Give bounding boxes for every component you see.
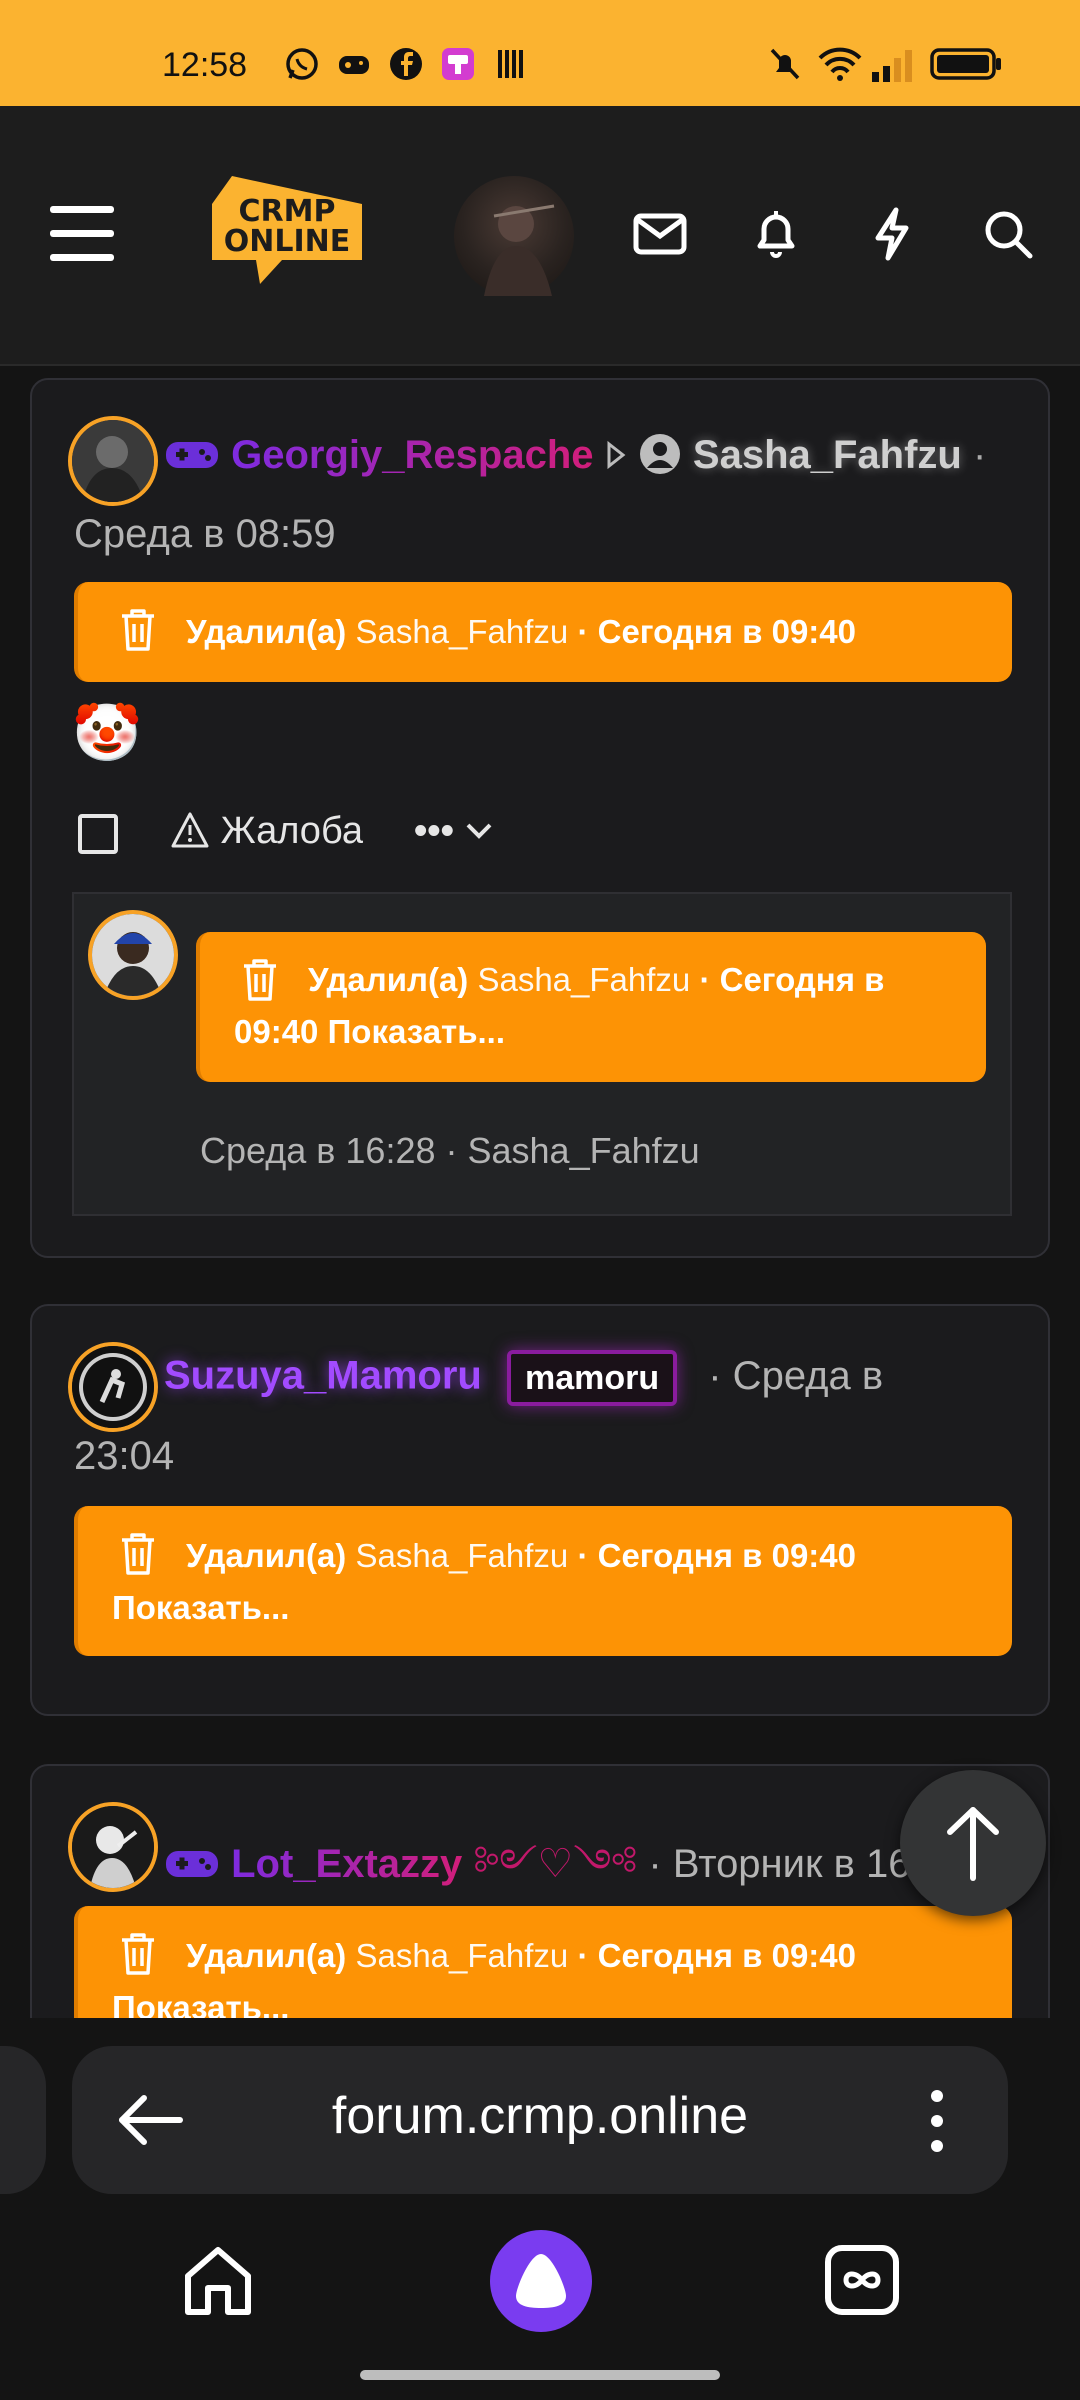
gamepad-icon bbox=[166, 442, 218, 468]
post-emoji: 🤡 bbox=[72, 701, 142, 766]
report-label: Жалоба bbox=[220, 810, 363, 852]
bell-icon[interactable] bbox=[748, 206, 804, 262]
post-author-avatar[interactable] bbox=[68, 1342, 158, 1432]
warning-icon bbox=[171, 812, 209, 848]
deleted-notice: Удалил(а) Sasha_Fahfzu · Сегодня в 09:40… bbox=[74, 1506, 1012, 1656]
arrow-up-icon bbox=[947, 1807, 999, 1881]
chevron-down-icon bbox=[467, 823, 492, 839]
post-author-name[interactable]: Suzuya_Mamoru bbox=[164, 1354, 482, 1398]
deleted-by-user[interactable]: Sasha_Fahfzu bbox=[355, 613, 568, 650]
deleted-by-user[interactable]: Sasha_Fahfzu bbox=[355, 1937, 568, 1974]
deleted-when: · Сегодня в 09:40 bbox=[577, 1937, 856, 1974]
deleted-notice: Удалил(а) Sasha_Fahfzu · Сегодня в 09:40… bbox=[196, 932, 986, 1082]
post-author-name[interactable]: Lot_Extazzy bbox=[231, 1842, 462, 1886]
post-card: Suzuya_Mamoru mamoru · Среда в 23:04 Уда… bbox=[30, 1304, 1050, 1716]
post-date[interactable]: Среда в 08:59 bbox=[74, 512, 336, 557]
deleted-by-user[interactable]: Sasha_Fahfzu bbox=[355, 1537, 568, 1574]
battery-icon bbox=[930, 48, 1001, 80]
previous-tab-peek[interactable] bbox=[0, 2046, 46, 2194]
reply-arrow-icon bbox=[607, 440, 626, 470]
deleted-by-label: Удалил(а) bbox=[186, 1937, 347, 1974]
deleted-notice-line-1: Удалил(а) Sasha_Fahfzu · Сегодня в 09:40 bbox=[186, 1930, 856, 1982]
app-tile-icon bbox=[442, 48, 474, 80]
wifi-icon bbox=[818, 47, 862, 81]
mute-icon bbox=[770, 48, 800, 80]
alice-assistant-button[interactable] bbox=[490, 2230, 592, 2332]
deleted-notice-line-1: Удалил(а) Sasha_Fahfzu · Сегодня в 09:40 bbox=[186, 1530, 856, 1582]
separator-dot: · bbox=[972, 433, 987, 477]
show-link[interactable]: Показать... bbox=[112, 1589, 289, 1626]
deleted-when: · Сегодня в bbox=[699, 961, 885, 998]
post-author-avatar[interactable] bbox=[68, 416, 158, 506]
mail-icon[interactable] bbox=[632, 206, 688, 262]
deleted-notice-text: Удалил(а) Sasha_Fahfzu · Сегодня в 09:40 bbox=[186, 606, 856, 658]
post-author-name[interactable]: Georgiy_Respache bbox=[231, 433, 593, 477]
post-recipient-name[interactable]: Sasha_Fahfzu bbox=[693, 433, 962, 477]
avatar-figure bbox=[72, 1346, 154, 1428]
deleted-notice: Удалил(а) Sasha_Fahfzu · Сегодня в 09:40 bbox=[74, 582, 1012, 682]
url-text[interactable]: forum.crmp.online bbox=[72, 2086, 1008, 2146]
report-link[interactable]: Жалоба bbox=[170, 810, 363, 853]
name-decoration: ༻♡༺ bbox=[473, 1842, 638, 1886]
alice-icon bbox=[516, 2254, 566, 2308]
select-checkbox[interactable] bbox=[78, 814, 118, 854]
post-card: Georgiy_Respache Sasha_Fahfzu · Среда в … bbox=[30, 378, 1050, 1258]
deleted-by-label: Удалил(а) bbox=[308, 961, 469, 998]
avatar-figure bbox=[72, 1806, 154, 1888]
user-avatar-figure bbox=[484, 204, 555, 296]
avatar-figure bbox=[92, 914, 174, 996]
deleted-when: · Сегодня в 09:40 bbox=[577, 613, 856, 650]
post-header: Georgiy_Respache Sasha_Fahfzu · bbox=[164, 432, 986, 478]
deleted-when: · Сегодня в 09:40 bbox=[577, 1537, 856, 1574]
tabs-icon[interactable] bbox=[820, 2238, 904, 2322]
trash-icon bbox=[122, 609, 154, 651]
post-date-part-2[interactable]: 23:04 bbox=[74, 1434, 174, 1479]
deleted-notice-line-2: 09:40 Показать... bbox=[234, 1006, 505, 1058]
more-dots: ••• bbox=[414, 810, 454, 852]
app-tally-icon bbox=[498, 50, 523, 78]
site-header: CRMP ONLINE bbox=[0, 106, 1080, 366]
user-avatar[interactable] bbox=[454, 176, 574, 296]
signal-icon bbox=[872, 50, 912, 82]
menu-icon[interactable] bbox=[50, 206, 114, 262]
show-link[interactable]: Показать... bbox=[328, 1013, 505, 1050]
home-icon[interactable] bbox=[176, 2238, 260, 2322]
site-logo[interactable]: CRMP ONLINE bbox=[212, 174, 362, 286]
post-author-avatar[interactable] bbox=[68, 1802, 158, 1892]
kebab-menu-icon[interactable] bbox=[922, 2088, 952, 2154]
post-header: Suzuya_Mamoru mamoru · Среда в bbox=[164, 1350, 883, 1406]
reply-author-avatar[interactable] bbox=[88, 910, 178, 1000]
facebook-icon bbox=[390, 48, 422, 80]
clock: 12:58 bbox=[162, 46, 248, 84]
avatar-figure bbox=[72, 420, 154, 502]
user-badge: mamoru bbox=[506, 1350, 678, 1406]
trash-icon bbox=[122, 1533, 154, 1575]
scroll-to-top-button[interactable] bbox=[900, 1770, 1046, 1916]
post-date-part-1[interactable]: · Среда в bbox=[708, 1354, 883, 1398]
game-controller-icon bbox=[339, 56, 369, 74]
user-circle-icon bbox=[639, 434, 680, 474]
deleted-notice-line-1: Удалил(а) Sasha_Fahfzu · Сегодня в bbox=[308, 954, 884, 1006]
deleted-notice-line-2: Показать... bbox=[112, 1582, 289, 1634]
address-bar[interactable]: forum.crmp.online bbox=[72, 2046, 1008, 2194]
gesture-home-indicator[interactable] bbox=[360, 2370, 720, 2380]
whatsapp-icon bbox=[286, 48, 318, 80]
deleted-by-label: Удалил(а) bbox=[186, 613, 347, 650]
gamepad-icon bbox=[166, 1851, 218, 1877]
logo-line-2: ONLINE bbox=[223, 224, 351, 259]
reply-block: Удалил(а) Sasha_Fahfzu · Сегодня в 09:40… bbox=[72, 892, 1012, 1216]
search-icon[interactable] bbox=[980, 206, 1036, 262]
deleted-by-label: Удалил(а) bbox=[186, 1537, 347, 1574]
status-bar: 12:58 bbox=[0, 0, 1080, 106]
trash-icon bbox=[244, 959, 276, 1001]
deleted-time: 09:40 bbox=[234, 1013, 319, 1050]
more-actions-button[interactable]: ••• bbox=[414, 810, 494, 853]
lightning-icon[interactable] bbox=[864, 206, 920, 262]
trash-icon bbox=[122, 1933, 154, 1975]
deleted-by-user[interactable]: Sasha_Fahfzu bbox=[477, 961, 690, 998]
reply-footer: Среда в 16:28 · Sasha_Fahfzu bbox=[200, 1130, 700, 1171]
